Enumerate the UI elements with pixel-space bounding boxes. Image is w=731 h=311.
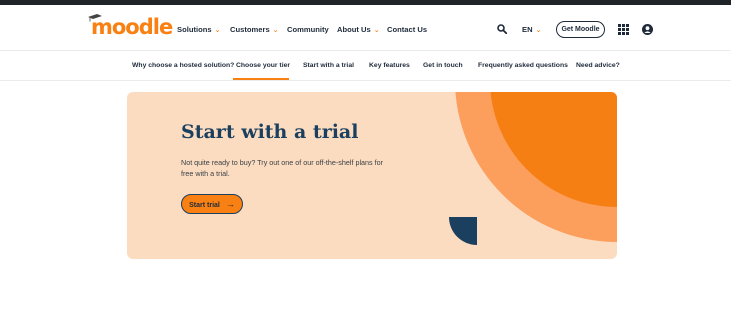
nav-contact-us-label: Contact Us bbox=[387, 25, 428, 34]
nav-solutions[interactable]: Solutions ⌄ bbox=[177, 25, 220, 36]
chevron-down-icon: ⌄ bbox=[214, 27, 221, 34]
navy-quarter-circle-shape bbox=[449, 217, 477, 245]
get-moodle-button[interactable]: Get Moodle bbox=[556, 21, 605, 38]
nav-solutions-label: Solutions bbox=[177, 25, 212, 34]
grid-apps-icon[interactable] bbox=[618, 24, 629, 35]
search-icon[interactable] bbox=[497, 24, 507, 34]
nav-community[interactable]: Community bbox=[287, 25, 329, 35]
divider bbox=[0, 80, 731, 81]
page-section-nav: Why choose a hosted solution? Choose you… bbox=[0, 51, 731, 81]
language-label: EN bbox=[522, 25, 533, 34]
language-selector[interactable]: EN ⌄ bbox=[522, 25, 541, 36]
logo-wordmark: moodle bbox=[91, 15, 173, 39]
nav-about-us[interactable]: About Us ⌄ bbox=[337, 25, 380, 36]
chevron-down-icon: ⌄ bbox=[373, 27, 380, 34]
user-account-icon[interactable] bbox=[642, 24, 653, 35]
subnav-need-advice[interactable]: Need advice? bbox=[576, 61, 620, 70]
subnav-get-in-touch[interactable]: Get in touch bbox=[423, 61, 463, 70]
subnav-faq[interactable]: Frequently asked questions bbox=[478, 61, 568, 70]
chevron-down-icon: ⌄ bbox=[272, 27, 279, 34]
nav-customers[interactable]: Customers ⌄ bbox=[230, 25, 279, 36]
subnav-key-features[interactable]: Key features bbox=[369, 61, 410, 70]
start-trial-label: Start trial bbox=[189, 202, 220, 209]
moodle-logo[interactable]: moodle bbox=[88, 14, 173, 39]
start-trial-button[interactable]: Start trial → bbox=[181, 194, 243, 214]
nav-about-us-label: About Us bbox=[337, 25, 371, 34]
subnav-choose-tier[interactable]: Choose your tier bbox=[236, 61, 290, 70]
subnav-why-hosted[interactable]: Why choose a hosted solution? bbox=[132, 61, 234, 70]
main-navigation: moodle Solutions ⌄ Customers ⌄ Community A… bbox=[0, 5, 731, 50]
nav-customers-label: Customers bbox=[230, 25, 270, 34]
arrow-right-icon: → bbox=[225, 199, 235, 209]
hero-title: Start with a trial bbox=[181, 121, 359, 143]
nav-contact-us[interactable]: Contact Us bbox=[387, 25, 427, 35]
hero-description: Not quite ready to buy? Try out one of o… bbox=[181, 158, 384, 178]
trial-hero-card: Start with a trial Not quite ready to bu… bbox=[127, 92, 617, 259]
nav-community-label: Community bbox=[287, 25, 329, 34]
subnav-start-trial[interactable]: Start with a trial bbox=[303, 61, 354, 70]
chevron-down-icon: ⌄ bbox=[535, 27, 542, 34]
